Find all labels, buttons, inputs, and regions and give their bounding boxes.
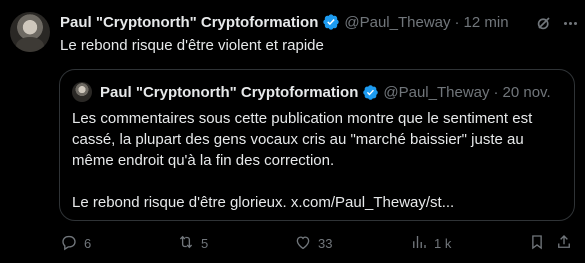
author-name[interactable]: Paul "Cryptonorth" Cryptoformation xyxy=(60,14,318,31)
reply-count: 6 xyxy=(84,235,92,251)
separator-dot: · xyxy=(493,83,499,101)
views-icon xyxy=(410,233,428,254)
more-icon[interactable] xyxy=(560,13,580,33)
grok-icon[interactable] xyxy=(534,13,554,33)
verified-badge-icon[interactable] xyxy=(322,13,340,31)
share-icon xyxy=(555,233,573,254)
retweet-count: 5 xyxy=(201,235,209,251)
verified-badge-icon xyxy=(362,84,379,101)
author-handle[interactable]: @Paul_Theway xyxy=(344,14,450,31)
quoted-text-line: Le rebond risque d'être glorieux. x.com/… xyxy=(72,194,455,211)
quoted-author-avatar xyxy=(72,82,92,102)
share-button[interactable] xyxy=(555,233,573,253)
tweet[interactable]: Paul "Cryptonorth" Cryptoformation @Paul… xyxy=(0,0,585,263)
quoted-text-line: cassé, la plupart des gens vocaux cris a… xyxy=(72,131,524,148)
bookmark-button[interactable] xyxy=(528,233,546,253)
quoted-tweet-date: 20 nov. xyxy=(502,83,551,101)
like-button[interactable]: 33 xyxy=(294,233,332,253)
quoted-author-name: Paul "Cryptonorth" Cryptoformation xyxy=(100,83,359,101)
reply-button[interactable]: 6 xyxy=(60,233,91,253)
bookmark-icon xyxy=(528,233,546,254)
tweet-text: Le rebond risque d'être violent et rapid… xyxy=(60,37,324,54)
quoted-text-line: Les commentaires sous cette publication … xyxy=(72,110,533,127)
like-count: 33 xyxy=(318,235,333,251)
action-bar: 6 5 33 1 k xyxy=(60,233,575,253)
views-count: 1 k xyxy=(434,235,452,251)
retweet-icon xyxy=(177,233,195,254)
quoted-text-line: même endroit qu'à la fin des correction. xyxy=(72,152,335,169)
views-button[interactable]: 1 k xyxy=(410,233,451,253)
quoted-tweet[interactable]: Paul "Cryptonorth" Cryptoformation @Paul… xyxy=(59,69,575,221)
retweet-button[interactable]: 5 xyxy=(177,233,208,253)
author-avatar[interactable] xyxy=(10,12,50,52)
quoted-tweet-header: Paul "Cryptonorth" Cryptoformation @Paul… xyxy=(100,82,551,102)
tweet-header: Paul "Cryptonorth" Cryptoformation @Paul… xyxy=(60,11,509,33)
reply-icon xyxy=(60,233,78,254)
like-icon xyxy=(294,233,312,254)
separator-dot: · xyxy=(454,13,460,31)
tweet-time[interactable]: 12 min xyxy=(464,14,509,31)
quoted-author-handle: @Paul_Theway xyxy=(383,83,490,101)
quoted-tweet-text: Les commentaires sous cette publication … xyxy=(72,108,566,213)
